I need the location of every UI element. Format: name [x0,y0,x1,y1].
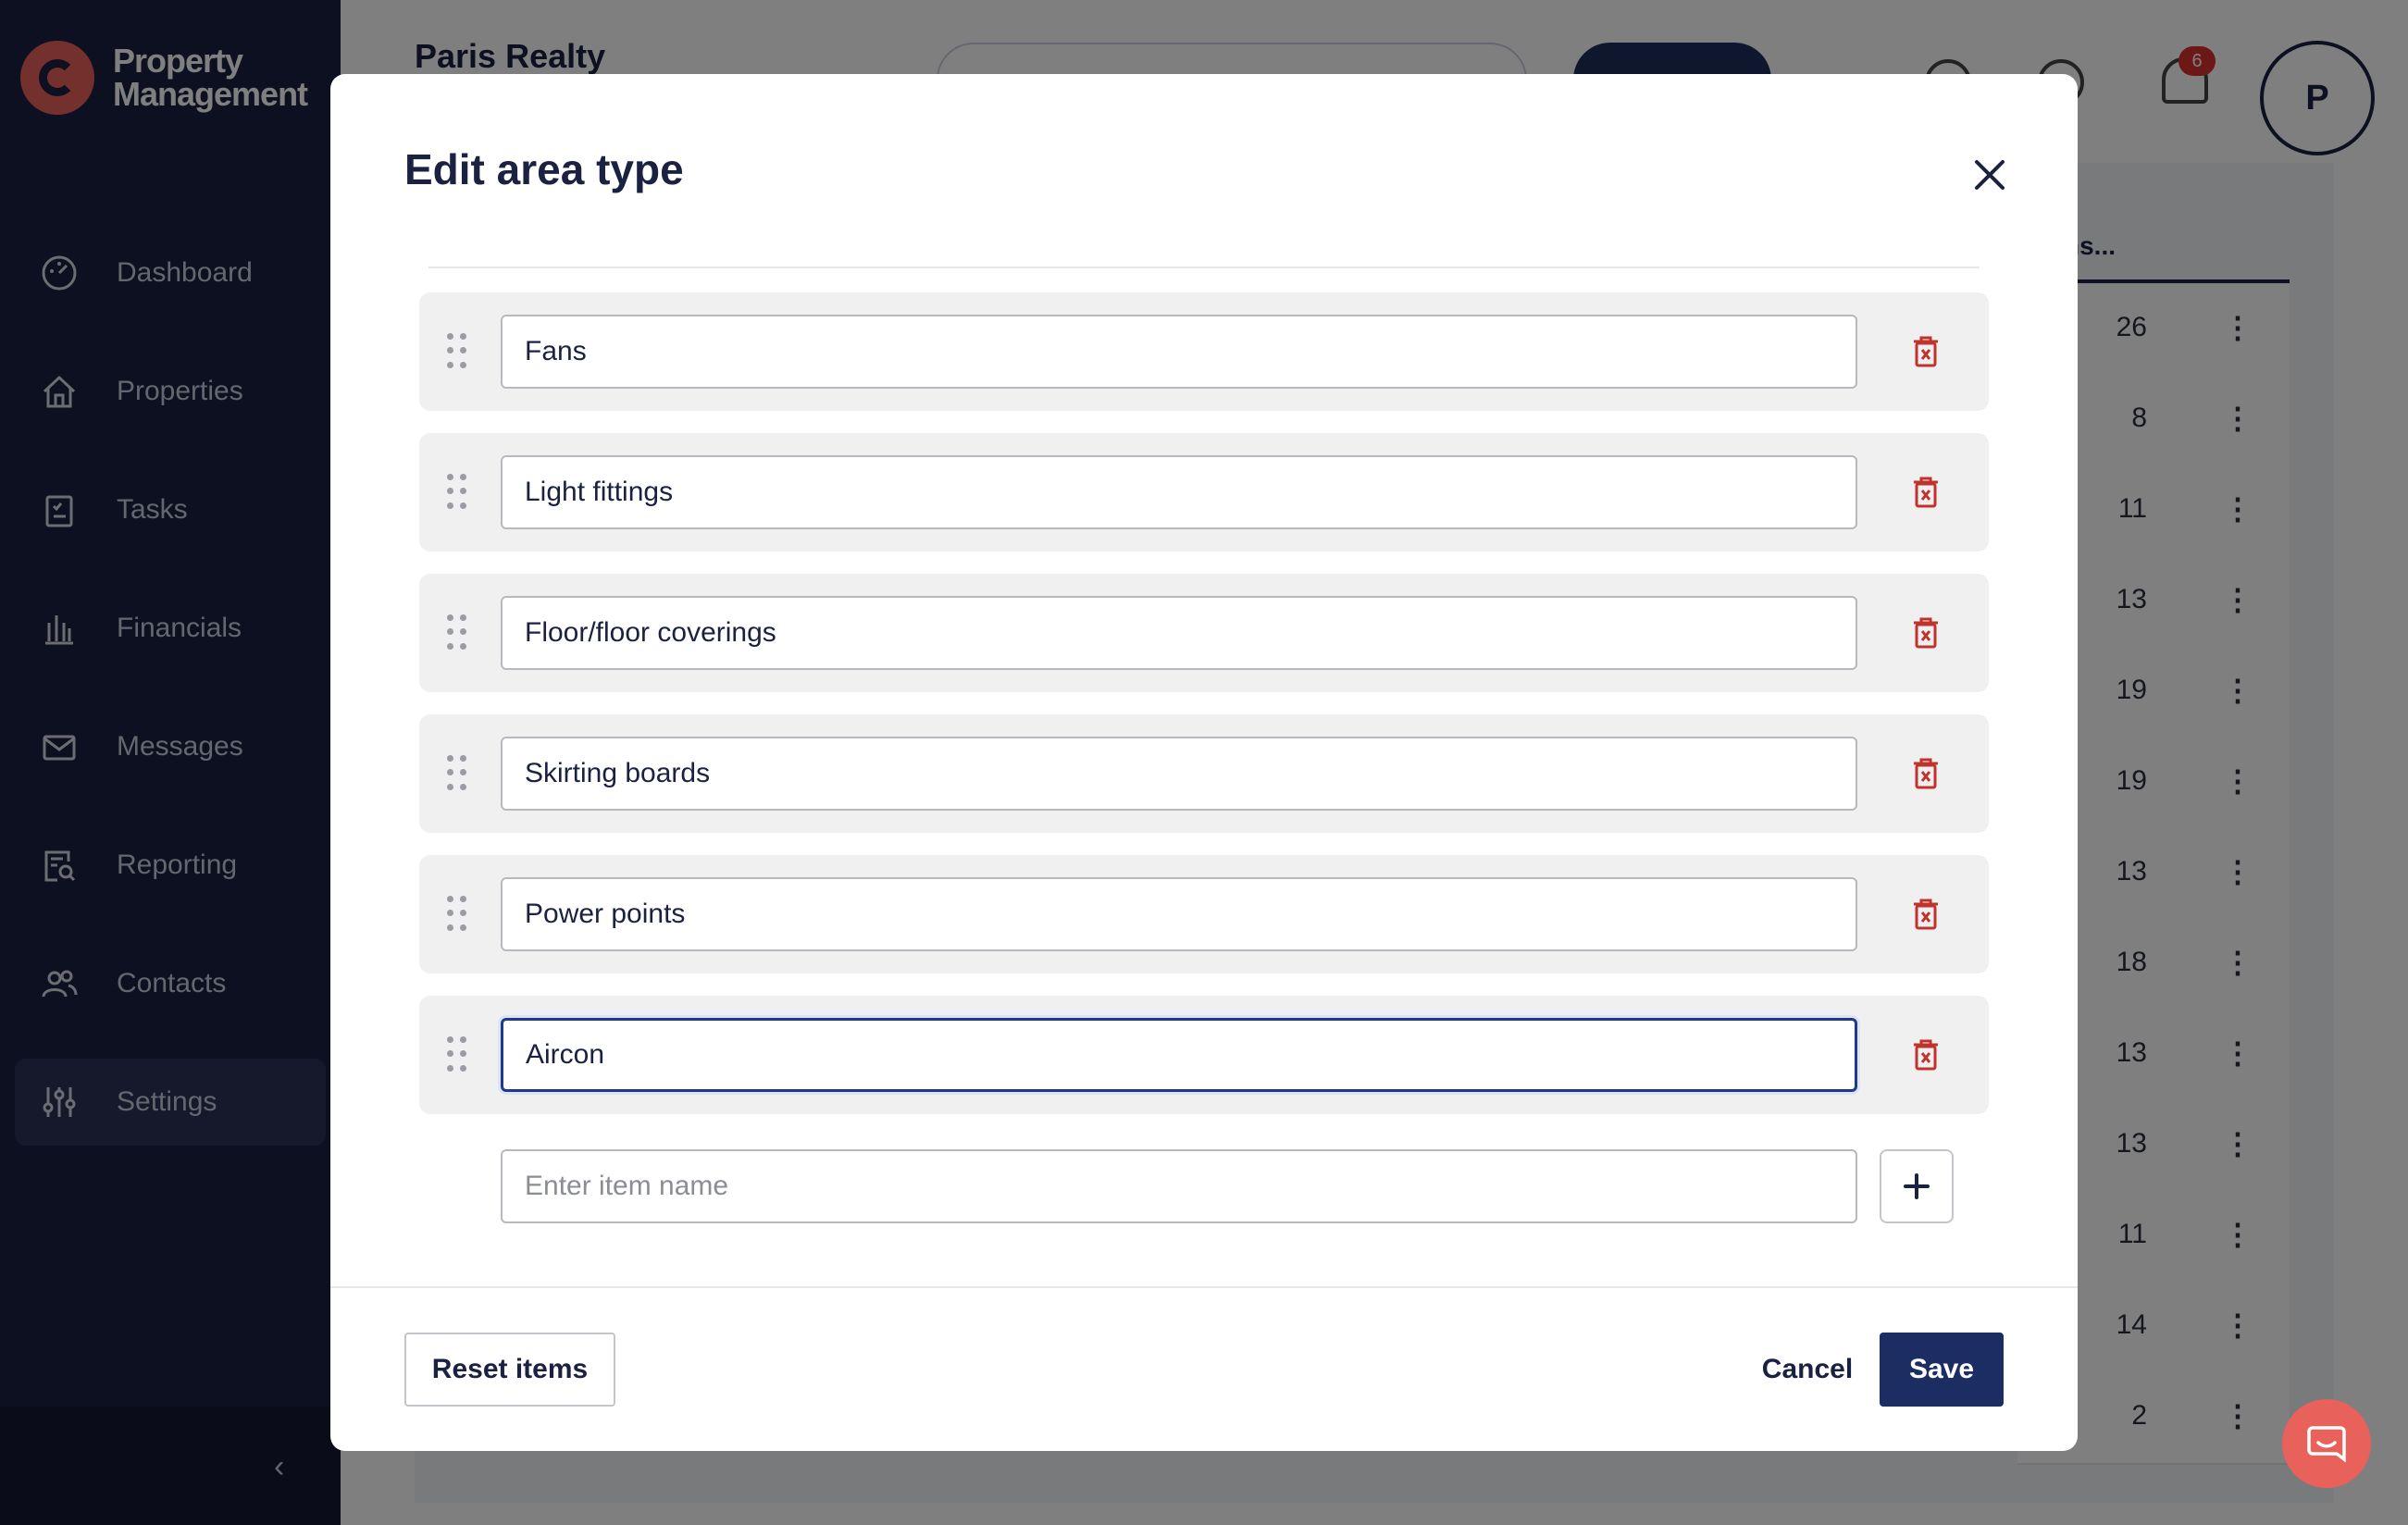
close-icon [1975,160,2005,190]
item-row [419,714,1989,833]
plus-icon [1904,1173,1930,1199]
trash-icon [1914,336,1938,367]
delete-item-button[interactable] [1905,331,1946,372]
chat-launcher-button[interactable] [2282,1399,2371,1488]
drag-handle-icon[interactable] [447,333,469,370]
chat-icon [2307,1426,2346,1463]
item-row [419,855,1989,973]
item-name-input[interactable] [501,737,1857,811]
trash-icon [1914,899,1938,930]
item-name-input[interactable] [501,455,1857,529]
item-name-input[interactable] [501,596,1857,670]
new-item-input[interactable] [501,1149,1857,1223]
add-item-button[interactable] [1880,1149,1954,1223]
cancel-button[interactable]: Cancel [1730,1333,1885,1407]
delete-item-button[interactable] [1905,894,1946,935]
item-name-input[interactable] [501,877,1857,951]
modal-divider [428,267,1980,268]
drag-handle-icon[interactable] [447,474,469,511]
trash-icon [1914,758,1938,789]
trash-icon [1914,1039,1938,1071]
trash-icon [1914,617,1938,649]
close-button[interactable] [1959,144,2020,205]
edit-area-type-modal: Edit area type Reset items Cancel Save [330,74,2078,1451]
item-name-input[interactable] [501,315,1857,389]
delete-item-button[interactable] [1905,613,1946,653]
item-row [419,292,1989,411]
trash-icon [1914,477,1938,508]
item-row [419,996,1989,1114]
reset-items-button[interactable]: Reset items [404,1333,615,1407]
modal-footer-divider [330,1286,2078,1288]
delete-item-button[interactable] [1905,753,1946,794]
drag-handle-icon[interactable] [447,614,469,651]
delete-item-button[interactable] [1905,472,1946,513]
item-name-input[interactable] [501,1018,1857,1092]
drag-handle-icon[interactable] [447,896,469,933]
modal-title: Edit area type [404,145,684,193]
drag-handle-icon[interactable] [447,1036,469,1073]
delete-item-button[interactable] [1905,1035,1946,1075]
drag-handle-icon[interactable] [447,755,469,792]
item-row [419,574,1989,692]
item-row [419,433,1989,552]
save-button[interactable]: Save [1880,1333,2004,1407]
